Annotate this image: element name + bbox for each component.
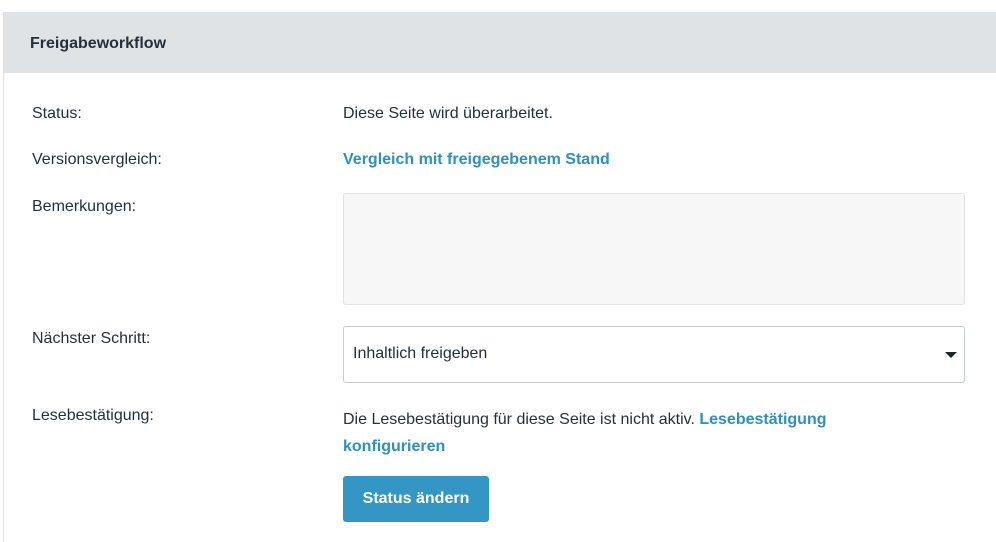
read-confirmation-info: Die Lesebestätigung für diese Seite ist … bbox=[343, 406, 883, 460]
remarks-textarea[interactable] bbox=[343, 193, 965, 305]
panel-header: Freigabeworkflow bbox=[4, 13, 996, 73]
next-step-label: Nächster Schritt: bbox=[32, 330, 151, 347]
version-compare-label: Versionsvergleich: bbox=[32, 151, 162, 168]
change-status-button[interactable]: Status ändern bbox=[343, 476, 489, 522]
read-confirmation-label: Lesebestätigung: bbox=[32, 407, 154, 424]
next-step-select[interactable]: Inhaltlich freigeben bbox=[343, 326, 965, 383]
approval-workflow-panel: Freigabeworkflow Status: Diese Seite wir… bbox=[3, 12, 996, 542]
remarks-label: Bemerkungen: bbox=[32, 198, 137, 215]
status-label: Status: bbox=[32, 105, 82, 122]
caret-down-icon bbox=[945, 352, 957, 358]
next-step-selected-value: Inhaltlich freigeben bbox=[353, 345, 488, 362]
read-confirmation-text: Die Lesebestätigung für diese Seite ist … bbox=[343, 411, 695, 428]
panel-title: Freigabeworkflow bbox=[30, 35, 167, 52]
version-compare-link[interactable]: Vergleich mit freigegebenem Stand bbox=[343, 151, 610, 169]
status-value: Diese Seite wird überarbeitet. bbox=[343, 105, 553, 122]
